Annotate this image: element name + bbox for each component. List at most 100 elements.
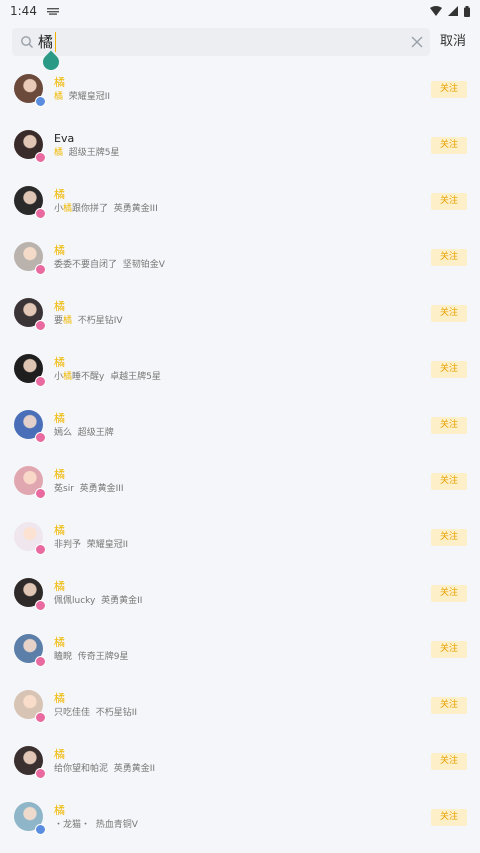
- rank-label: 超级王牌5星: [68, 148, 120, 158]
- nickname-suffix: 嫣么: [54, 428, 73, 438]
- user-row[interactable]: 橘佩佩lucky 英勇黄金II 关注: [0, 566, 480, 622]
- user-row[interactable]: 橘・龙猫・ 热血青铜V 关注: [0, 790, 480, 846]
- user-subtitle: 给你望和帕泥 英勇黄金II: [54, 763, 155, 775]
- user-subtitle: 佩佩lucky 英勇黄金II: [54, 595, 142, 607]
- user-name: 橘: [54, 748, 65, 761]
- follow-button[interactable]: 关注: [431, 641, 467, 658]
- user-name: 橘: [54, 636, 65, 649]
- rank-label: 英勇黄金III: [113, 204, 158, 214]
- user-name: 橘: [54, 692, 65, 705]
- status-icons: [430, 5, 470, 17]
- search-screen: 1:44 橘 取消 橘 橘 荣耀皇冠II 关注 Eva 橘 超级王牌5星 关注 …: [0, 0, 480, 853]
- rank-label: 荣耀皇冠II: [68, 92, 111, 102]
- nickname-prefix: 小: [54, 204, 64, 214]
- nickname-prefix: 小: [54, 372, 64, 382]
- user-subtitle: 莬sir 英勇黄金III: [54, 483, 124, 495]
- signal-icon: [448, 6, 458, 16]
- user-name: 橘: [54, 412, 65, 425]
- gender-badge-icon: [35, 432, 46, 443]
- follow-button[interactable]: 关注: [431, 361, 467, 378]
- user-list: 橘橘 荣耀皇冠II 关注 Eva 橘 超级王牌5星 关注橘小橘跟你拼了 英勇黄金III 关…: [0, 62, 480, 846]
- gender-badge-icon: [35, 488, 46, 499]
- gender-badge-icon: [35, 712, 46, 723]
- gender-badge-icon: [35, 656, 46, 667]
- gender-badge-icon: [35, 600, 46, 611]
- user-subtitle: 橘 超级王牌5星: [54, 147, 119, 159]
- follow-button[interactable]: 关注: [431, 81, 467, 98]
- user-row[interactable]: 橘小橘睡不醒y 卓越王牌5星 关注: [0, 342, 480, 398]
- rank-label: 热血青铜V: [95, 820, 138, 830]
- follow-button[interactable]: 关注: [431, 305, 467, 322]
- gender-badge-icon: [35, 376, 46, 387]
- nickname-suffix: 只吃佳佳: [54, 708, 91, 718]
- nickname-suffix: ・龙猫・: [54, 820, 91, 830]
- user-name: 橘: [54, 244, 65, 257]
- user-row[interactable]: 橘非判予 荣耀皇冠II 关注: [0, 510, 480, 566]
- nickname-suffix: 跟你拼了: [72, 204, 109, 214]
- follow-button[interactable]: 关注: [431, 753, 467, 770]
- user-subtitle: 非判予 荣耀皇冠II: [54, 539, 128, 551]
- follow-button[interactable]: 关注: [431, 417, 467, 434]
- user-row[interactable]: 橘要橘 不朽星钻IV 关注: [0, 286, 480, 342]
- user-name: 橘: [54, 524, 65, 537]
- rank-label: 不朽星钻IV: [77, 316, 123, 326]
- search-icon: [21, 36, 33, 48]
- user-name: 橘: [54, 468, 65, 481]
- status-time: 1:44: [10, 4, 37, 18]
- nickname-suffix: 佩佩lucky: [54, 596, 96, 606]
- user-name: 橘: [54, 356, 65, 369]
- user-row[interactable]: 橘委委不要自闭了 坚韧铂金V 关注: [0, 230, 480, 286]
- nickname-highlight: 橘: [54, 148, 64, 158]
- nickname-prefix: 要: [54, 316, 64, 326]
- follow-button[interactable]: 关注: [431, 249, 467, 266]
- user-name: 橘: [54, 76, 65, 89]
- search-query[interactable]: 橘: [38, 32, 57, 52]
- nickname-suffix: 瞌睨: [54, 652, 73, 662]
- user-subtitle: 要橘 不朽星钻IV: [54, 315, 123, 327]
- user-row[interactable]: Eva 橘 超级王牌5星 关注: [0, 118, 480, 174]
- rank-label: 英勇黄金II: [101, 596, 143, 606]
- rank-label: 不朽星钻II: [95, 708, 138, 718]
- follow-button[interactable]: 关注: [431, 809, 467, 826]
- nickname-suffix: 非判予: [54, 540, 82, 550]
- nickname-highlight: 橘: [63, 204, 73, 214]
- follow-button[interactable]: 关注: [431, 473, 467, 490]
- gender-badge-icon: [35, 264, 46, 275]
- rank-label: 传奇王牌9星: [77, 652, 129, 662]
- gender-badge-icon: [35, 544, 46, 555]
- search-input[interactable]: 橘: [12, 28, 430, 56]
- user-row[interactable]: 橘给你望和帕泥 英勇黄金II 关注: [0, 734, 480, 790]
- follow-button[interactable]: 关注: [431, 137, 467, 154]
- follow-button[interactable]: 关注: [431, 193, 467, 210]
- follow-button[interactable]: 关注: [431, 529, 467, 546]
- follow-button[interactable]: 关注: [431, 697, 467, 714]
- rank-label: 卓越王牌5星: [110, 372, 161, 382]
- battery-icon: [464, 5, 470, 17]
- nickname-highlight: 橘: [54, 92, 64, 102]
- gender-badge-icon: [35, 96, 46, 107]
- rank-label: 英勇黄金II: [113, 764, 156, 774]
- rank-label: 英勇黄金III: [79, 484, 124, 494]
- search-row: 橘 取消: [0, 22, 480, 62]
- status-bar: 1:44: [0, 0, 480, 22]
- user-row[interactable]: 橘只吃佳佳 不朽星钻II 关注: [0, 678, 480, 734]
- nickname-suffix: 莬sir: [54, 484, 74, 494]
- follow-button[interactable]: 关注: [431, 585, 467, 602]
- nickname-highlight: 橘: [63, 372, 73, 382]
- user-row[interactable]: 橘橘 荣耀皇冠II 关注: [0, 62, 480, 118]
- user-name: 橘: [54, 188, 65, 201]
- gender-badge-icon: [35, 320, 46, 331]
- user-row[interactable]: 橘莬sir 英勇黄金III 关注: [0, 454, 480, 510]
- user-subtitle: 瞌睨 传奇王牌9星: [54, 651, 128, 663]
- clear-icon[interactable]: [410, 35, 424, 49]
- user-name: Eva: [54, 132, 75, 145]
- nickname-highlight: 橘: [63, 316, 73, 326]
- nickname-suffix: 委委不要自闭了: [54, 260, 118, 270]
- rank-label: 荣耀皇冠II: [86, 540, 129, 550]
- user-row[interactable]: 橘小橘跟你拼了 英勇黄金III 关注: [0, 174, 480, 230]
- user-row[interactable]: 橘嫣么 超级王牌 关注: [0, 398, 480, 454]
- cancel-button[interactable]: 取消: [440, 32, 466, 52]
- user-subtitle: 橘 荣耀皇冠II: [54, 91, 110, 103]
- user-row[interactable]: 橘瞌睨 传奇王牌9星 关注: [0, 622, 480, 678]
- gender-badge-icon: [35, 768, 46, 779]
